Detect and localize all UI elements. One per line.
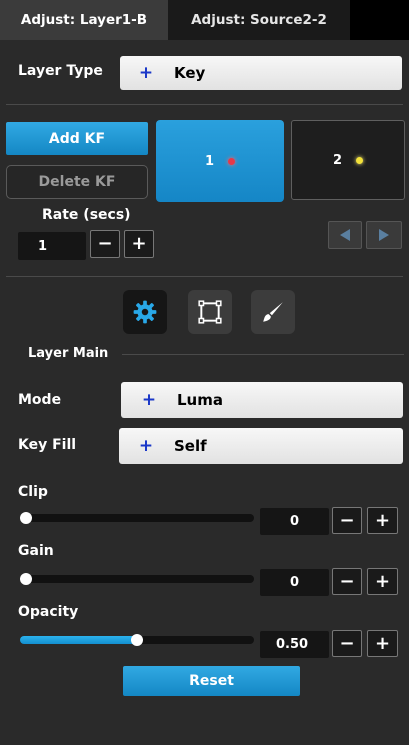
clip-slider-handle[interactable] — [20, 512, 32, 524]
opacity-label: Opacity — [18, 604, 79, 620]
transform-tool-button[interactable] — [188, 290, 232, 334]
arrow-left-icon — [340, 229, 350, 241]
opacity-slider-handle[interactable] — [131, 634, 143, 646]
opacity-increment-button[interactable]: + — [367, 630, 398, 657]
keyframe-1[interactable]: 1 — [156, 120, 284, 202]
clip-increment-button[interactable]: + — [367, 507, 398, 534]
divider — [6, 276, 403, 277]
next-keyframe-button[interactable] — [366, 221, 402, 249]
layer-type-label: Layer Type — [18, 63, 103, 79]
opacity-value-field[interactable]: 0.50 — [260, 631, 329, 658]
red-dot-icon — [228, 157, 236, 165]
rate-label: Rate (secs) — [42, 207, 131, 223]
gain-decrement-button[interactable]: − — [332, 568, 362, 595]
divider — [6, 104, 403, 105]
delete-kf-button[interactable]: Delete KF — [6, 165, 148, 199]
gain-increment-button[interactable]: + — [367, 568, 398, 595]
plus-icon: + — [138, 63, 154, 83]
keyframe-2[interactable]: 2 — [291, 120, 405, 200]
keyframe-1-label: 1 — [204, 153, 215, 169]
add-kf-button[interactable]: Add KF — [6, 122, 148, 155]
brush-tool-button[interactable] — [251, 290, 295, 334]
mode-select[interactable]: + Luma — [121, 382, 403, 418]
clip-label: Clip — [18, 484, 48, 500]
mode-label: Mode — [18, 392, 62, 408]
tab-bar: Adjust: Layer1-B Adjust: Source2-2 — [0, 0, 409, 40]
tab-adjust-layer1-b[interactable]: Adjust: Layer1-B — [0, 0, 168, 40]
tab-adjust-source2-2[interactable]: Adjust: Source2-2 — [168, 0, 350, 40]
layer-type-select[interactable]: + Key — [120, 56, 402, 90]
previous-keyframe-button[interactable] — [328, 221, 362, 249]
crop-frame-icon — [198, 300, 222, 324]
keyframe-2-label: 2 — [332, 152, 343, 168]
clip-value-field[interactable]: 0 — [260, 508, 329, 535]
yellow-dot-icon — [356, 156, 364, 164]
key-fill-value: Self — [174, 437, 207, 455]
key-fill-label: Key Fill — [18, 437, 77, 453]
rate-value-field[interactable]: 1 — [18, 232, 86, 260]
key-fill-select[interactable]: + Self — [119, 428, 403, 464]
gain-slider-handle[interactable] — [20, 573, 32, 585]
rate-decrement-button[interactable]: − — [90, 230, 120, 258]
section-divider — [122, 354, 404, 355]
section-title: Layer Main — [28, 346, 109, 361]
brush-icon — [263, 302, 283, 322]
gain-value-field[interactable]: 0 — [260, 569, 329, 596]
gear-icon — [133, 300, 157, 324]
clip-decrement-button[interactable]: − — [332, 507, 362, 534]
opacity-slider-fill — [20, 636, 137, 644]
opacity-decrement-button[interactable]: − — [332, 630, 362, 657]
plus-icon: + — [141, 390, 157, 410]
gain-label: Gain — [18, 543, 54, 559]
clip-slider-track[interactable] — [20, 514, 254, 522]
plus-icon: + — [138, 436, 154, 456]
rate-increment-button[interactable]: + — [124, 230, 154, 258]
reset-button[interactable]: Reset — [123, 666, 300, 696]
settings-tool-button[interactable] — [123, 290, 167, 334]
arrow-right-icon — [379, 229, 389, 241]
mode-value: Luma — [177, 391, 223, 409]
layer-type-value: Key — [174, 64, 206, 82]
gain-slider-track[interactable] — [20, 575, 254, 583]
